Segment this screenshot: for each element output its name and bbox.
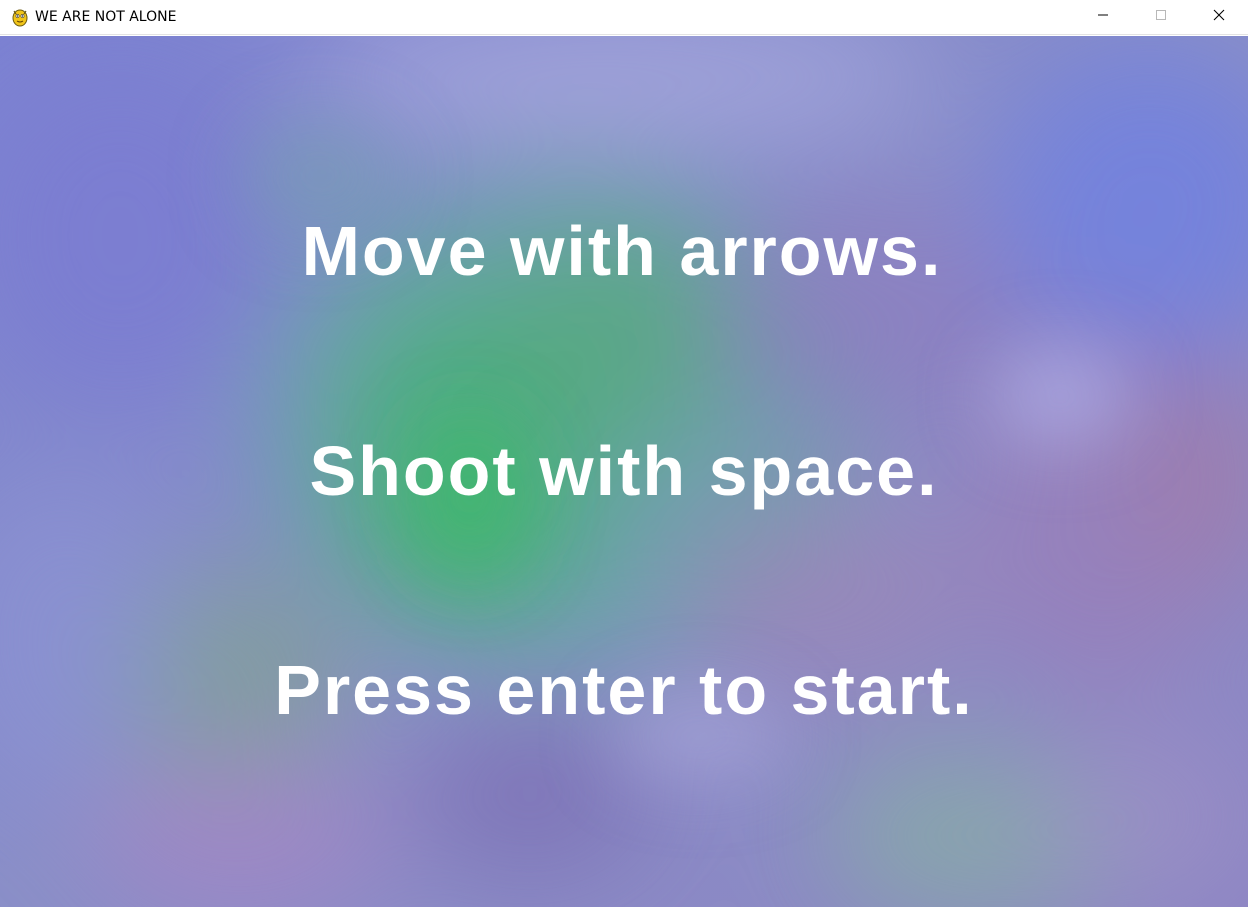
- game-window: WE ARE NOT ALONE Move with arrows. Shoot…: [0, 0, 1248, 907]
- pygame-snake-icon: [10, 7, 30, 27]
- window-title: WE ARE NOT ALONE: [35, 9, 177, 25]
- game-canvas[interactable]: Move with arrows. Shoot with space. Pres…: [0, 36, 1248, 907]
- instruction-start: Press enter to start.: [274, 651, 974, 729]
- title-bar[interactable]: WE ARE NOT ALONE: [0, 0, 1248, 35]
- close-icon: [1213, 8, 1225, 26]
- instruction-move: Move with arrows.: [301, 212, 943, 290]
- minimize-icon: [1097, 8, 1109, 26]
- minimize-button[interactable]: [1074, 0, 1132, 34]
- maximize-button[interactable]: [1132, 0, 1190, 34]
- maximize-icon: [1155, 8, 1167, 26]
- close-button[interactable]: [1190, 0, 1248, 34]
- instruction-shoot: Shoot with space.: [309, 432, 939, 510]
